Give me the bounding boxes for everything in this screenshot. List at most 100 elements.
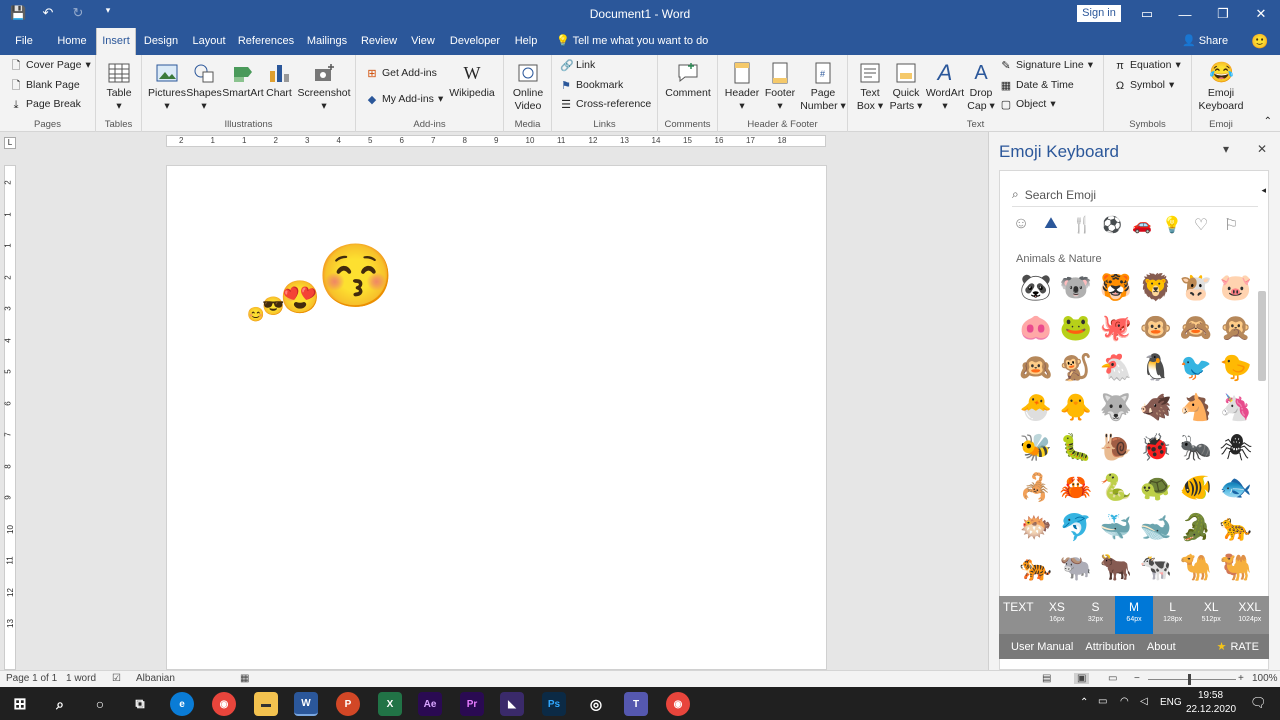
proofing-icon[interactable]: ☑: [112, 673, 121, 684]
emoji-cell[interactable]: 🐸: [1056, 307, 1096, 347]
smiley-feedback-icon[interactable]: 🙂: [1248, 28, 1272, 55]
pictures-button[interactable]: Pictures ▾: [148, 61, 186, 113]
doc-emoji-heart-eyes[interactable]: 😍: [280, 278, 320, 316]
tab-layout[interactable]: Layout: [188, 28, 230, 55]
vertical-ruler[interactable]: 2 1 1 2 3 4 5 6 7 8 9 10 11 12 13: [4, 165, 16, 670]
chrome-icon[interactable]: ◉: [212, 692, 236, 716]
emoji-cell[interactable]: 🦁: [1136, 267, 1176, 307]
emoji-cell[interactable]: 🐟: [1216, 467, 1256, 507]
obs-icon[interactable]: ◎: [584, 692, 608, 716]
emoji-cell[interactable]: 🐜: [1176, 427, 1216, 467]
tab-view[interactable]: View: [406, 28, 440, 55]
emoji-cell[interactable]: 🐛: [1056, 427, 1096, 467]
emoji-cell[interactable]: 🐷: [1216, 267, 1256, 307]
collapse-arrow-icon[interactable]: ◂: [1261, 185, 1266, 196]
emoji-cell[interactable]: 🦂: [1016, 467, 1056, 507]
quick-parts-button[interactable]: Quick Parts ▾: [888, 61, 924, 113]
size-option-m[interactable]: M 64px: [1114, 596, 1154, 634]
tab-developer[interactable]: Developer: [446, 28, 504, 55]
cover-page-button[interactable]: 🗋 Cover Page ▾: [10, 59, 91, 72]
zoom-slider[interactable]: [1148, 679, 1236, 680]
page-number-button[interactable]: # Page Number ▾: [800, 61, 846, 113]
chrome-second-icon[interactable]: ◉: [666, 692, 690, 716]
table-button[interactable]: Table ▾: [104, 61, 134, 113]
emoji-cell[interactable]: 🐤: [1216, 347, 1256, 387]
doc-emoji-kissing[interactable]: 😚: [317, 242, 394, 312]
emoji-cell[interactable]: 🦄: [1216, 387, 1256, 427]
tab-references[interactable]: References: [236, 28, 296, 55]
document-page[interactable]: 😊 😎 😍 😚: [166, 165, 827, 670]
premiere-icon[interactable]: Pr: [460, 692, 484, 716]
chart-button[interactable]: Chart: [264, 61, 294, 100]
tab-design[interactable]: Design: [140, 28, 182, 55]
tab-review[interactable]: Review: [358, 28, 400, 55]
symbols-category-icon[interactable]: ♡: [1192, 215, 1210, 235]
blank-page-button[interactable]: 🗋 Blank Page: [10, 79, 80, 92]
emoji-cell[interactable]: 🐪: [1176, 547, 1216, 587]
emoji-cell[interactable]: 🦀: [1056, 467, 1096, 507]
link-button[interactable]: 🔗 Link: [560, 59, 595, 72]
close-icon[interactable]: ✕: [1242, 0, 1280, 28]
print-layout-icon[interactable]: ▣: [1074, 673, 1090, 684]
photoshop-icon[interactable]: Ps: [542, 692, 566, 716]
size-option-xs[interactable]: XS 16px: [1038, 596, 1077, 634]
emoji-cell[interactable]: 🐃: [1056, 547, 1096, 587]
tell-me-box[interactable]: 💡 Tell me what you want to do: [556, 28, 716, 55]
cross-reference-button[interactable]: ☰ Cross-reference: [560, 98, 651, 111]
file-explorer-icon[interactable]: ▬: [254, 692, 278, 716]
ribbon-display-options-icon[interactable]: ▭: [1128, 0, 1166, 28]
windows-start-icon[interactable]: ⊞: [8, 692, 32, 716]
after-effects-icon[interactable]: Ae: [418, 692, 442, 716]
zoom-out-icon[interactable]: −: [1134, 673, 1140, 684]
flags-category-icon[interactable]: ⚐: [1222, 215, 1240, 235]
emoji-cell[interactable]: 🐧: [1136, 347, 1176, 387]
tab-mailings[interactable]: Mailings: [302, 28, 352, 55]
undo-icon[interactable]: ↶: [40, 5, 56, 21]
size-option-s[interactable]: S 32px: [1076, 596, 1115, 634]
emoji-cell[interactable]: 🐊: [1176, 507, 1216, 547]
footer-button[interactable]: Footer ▾: [762, 61, 798, 113]
comment-button[interactable]: Comment: [664, 61, 712, 100]
tab-home[interactable]: Home: [52, 28, 92, 55]
notifications-icon[interactable]: 🗨: [1250, 695, 1267, 711]
emoji-cell[interactable]: 🐵: [1136, 307, 1176, 347]
drop-cap-button[interactable]: A Drop Cap ▾: [966, 61, 996, 113]
emoji-cell[interactable]: 🐋: [1136, 507, 1176, 547]
emoji-cell[interactable]: 🐝: [1016, 427, 1056, 467]
pane-close-icon[interactable]: ✕: [1257, 142, 1267, 156]
about-link[interactable]: About: [1147, 641, 1176, 653]
customize-qat-icon[interactable]: ▾: [100, 5, 116, 21]
vector-app-icon[interactable]: ◣: [500, 692, 524, 716]
food-category-icon[interactable]: 🍴: [1072, 215, 1092, 235]
clock-date[interactable]: 22.12.2020: [1186, 704, 1236, 715]
emoji-cell[interactable]: 🐡: [1016, 507, 1056, 547]
user-manual-link[interactable]: User Manual: [1011, 641, 1073, 653]
emoji-cell[interactable]: 🐺: [1096, 387, 1136, 427]
read-mode-icon[interactable]: ▤: [1042, 673, 1051, 684]
emoji-cell[interactable]: 🙊: [1216, 307, 1256, 347]
pane-options-icon[interactable]: ▾: [1223, 142, 1229, 156]
tab-selector[interactable]: L: [4, 137, 16, 149]
emoji-cell[interactable]: 🕷: [1216, 427, 1256, 467]
emoji-cell[interactable]: 🐢: [1136, 467, 1176, 507]
text-box-button[interactable]: Text Box ▾: [854, 61, 886, 113]
emoji-cell[interactable]: 🐄: [1136, 547, 1176, 587]
volume-icon[interactable]: ◁: [1140, 696, 1148, 707]
header-button[interactable]: Header ▾: [724, 61, 760, 113]
edge-icon[interactable]: e: [170, 692, 194, 716]
collapse-ribbon-icon[interactable]: ⌃: [1264, 116, 1272, 127]
emoji-cell[interactable]: 🐮: [1176, 267, 1216, 307]
signature-line-button[interactable]: ✎ Signature Line ▾: [1000, 59, 1093, 72]
battery-icon[interactable]: ▭: [1098, 696, 1107, 707]
emoji-cell[interactable]: 🙉: [1016, 347, 1056, 387]
teams-icon[interactable]: T: [624, 692, 648, 716]
emoji-cell[interactable]: 🐒: [1056, 347, 1096, 387]
symbol-button[interactable]: Ω Symbol ▾: [1114, 79, 1174, 92]
animals-category-icon[interactable]: ⛰: [1042, 215, 1060, 235]
emoji-cell[interactable]: 🐯: [1096, 267, 1136, 307]
size-option-xl[interactable]: XL 512px: [1192, 596, 1231, 634]
screenshot-button[interactable]: Screenshot ▾: [296, 61, 352, 113]
emoji-cell[interactable]: 🐳: [1096, 507, 1136, 547]
emoji-cell[interactable]: 🐆: [1216, 507, 1256, 547]
horizontal-ruler[interactable]: 2 1 1 2 3 4 5 6 7 8 9 10 11 12 13 14 15 16 17 18: [166, 135, 826, 147]
